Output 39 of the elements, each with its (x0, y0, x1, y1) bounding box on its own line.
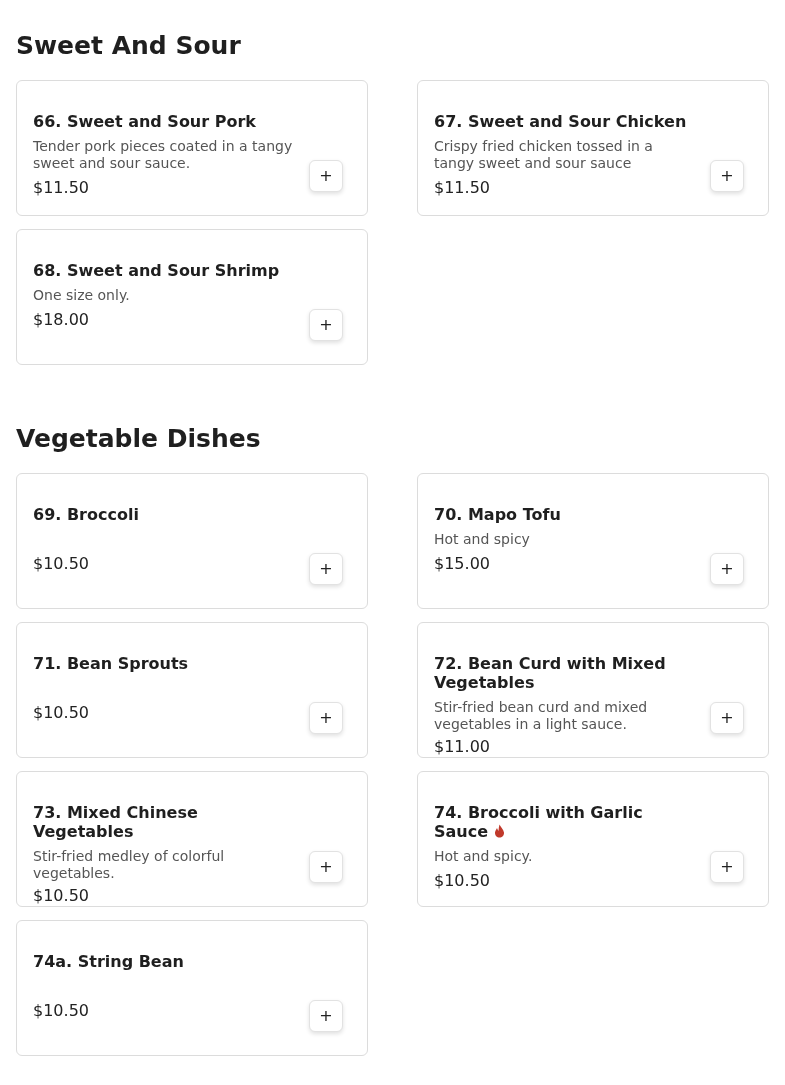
dish-description: Crispy fried chicken tossed in a tangy sweet and sour sauce (434, 138, 654, 172)
dish-name: 68. Sweet and Sour Shrimp (33, 261, 281, 280)
section-heading: Sweet And Sour (16, 30, 242, 62)
add-button[interactable]: + (309, 309, 343, 341)
dish-name: 66. Sweet and Sour Pork (33, 112, 257, 131)
dish-price: $10.50 (33, 886, 90, 906)
section-heading: Vegetable Dishes (16, 423, 262, 455)
dish-description: Hot and spicy. (434, 848, 534, 865)
dish-price: $11.50 (33, 178, 90, 198)
dish-description: Hot and spicy (434, 531, 531, 548)
dish-price: $11.00 (434, 737, 491, 757)
add-button[interactable]: + (710, 702, 744, 734)
dish-name: 67. Sweet and Sour Chicken (434, 112, 688, 131)
dish-name: 71. Bean Sprouts (33, 654, 190, 673)
add-button[interactable]: + (309, 160, 343, 192)
dish-price: $10.50 (33, 1001, 90, 1021)
dish-name: 72. Bean Curd with Mixed Vegetables (434, 654, 667, 692)
dish-name: 74. Broccoli with Garlic Sauce (434, 803, 644, 841)
add-button[interactable]: + (309, 553, 343, 585)
dish-description: One size only. (33, 287, 131, 304)
add-button[interactable]: + (309, 851, 343, 883)
dish-name: 74a. String Bean (33, 952, 185, 971)
dish-description: Stir-fried medley of colorful vegetables. (33, 848, 226, 882)
dish-price: $10.50 (434, 871, 491, 891)
dish-name: 70. Mapo Tofu (434, 505, 562, 524)
dish-price: $15.00 (434, 554, 491, 574)
add-button[interactable]: + (309, 702, 343, 734)
add-button[interactable]: + (309, 1000, 343, 1032)
add-button[interactable]: + (710, 553, 744, 585)
dish-name: 73. Mixed Chinese Vegetables (33, 803, 199, 841)
dish-price: $10.50 (33, 554, 90, 574)
add-button[interactable]: + (710, 160, 744, 192)
dish-price: $10.50 (33, 703, 90, 723)
dish-name: 69. Broccoli (33, 505, 140, 524)
add-button[interactable]: + (710, 851, 744, 883)
dish-description: Tender pork pieces coated in a tangy sweet and sour sauce. (33, 138, 294, 172)
dish-price: $18.00 (33, 310, 90, 330)
dish-price: $11.50 (434, 178, 491, 198)
dish-description: Stir-fried bean curd and mixed vegetables in a light sauce. (434, 699, 649, 733)
